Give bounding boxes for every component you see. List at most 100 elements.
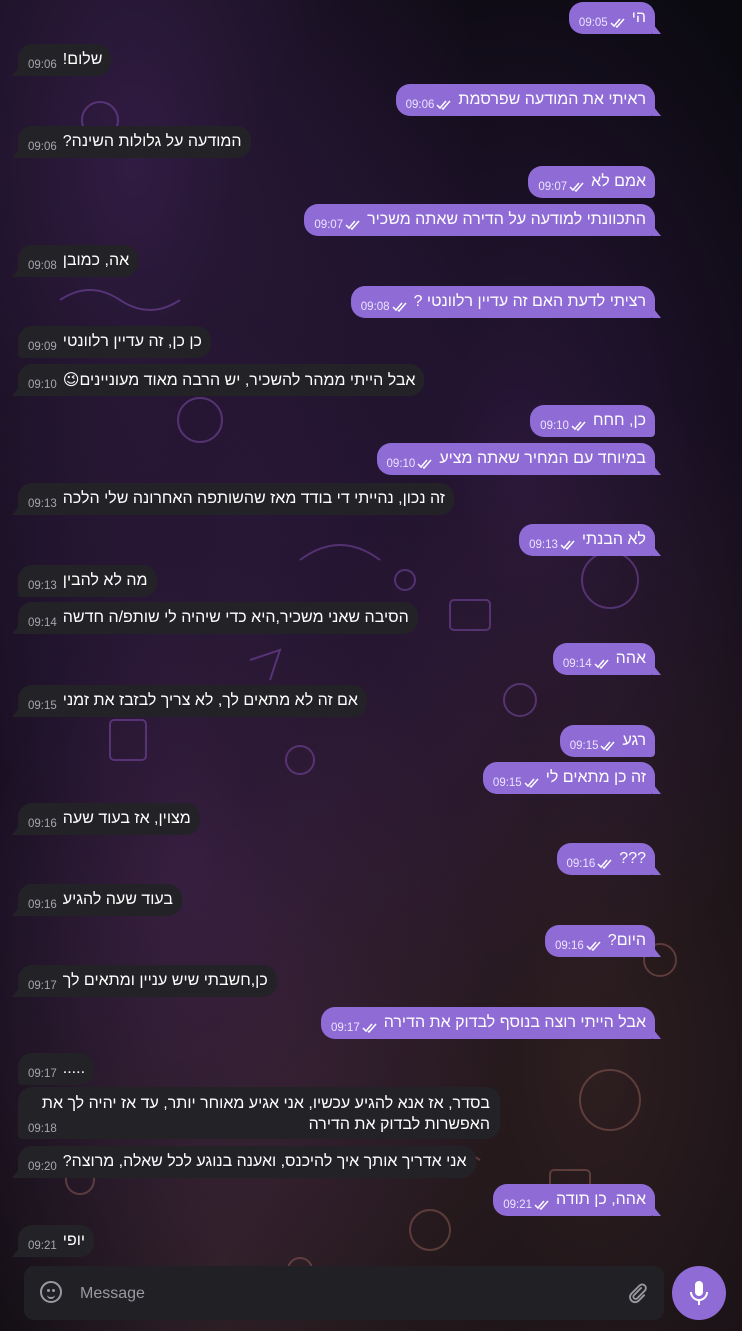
message-text: זה כן מתאים לי bbox=[545, 769, 646, 786]
message-text: כן, חחח bbox=[592, 412, 646, 429]
double-check-icon bbox=[600, 741, 616, 751]
message-text: יופי bbox=[62, 1232, 86, 1249]
message-bubble[interactable]: הי 09:05 bbox=[568, 2, 661, 34]
message-time: 09:10 bbox=[386, 458, 416, 470]
message-text: רגע bbox=[622, 732, 646, 749]
message-time: 09:07 bbox=[538, 181, 568, 193]
message-bubble[interactable]: זה כן מתאים לי 09:15 bbox=[482, 762, 661, 794]
message-time: 09:17 bbox=[28, 1068, 57, 1080]
message-text: בסדר, אז אנא להגיע עכשיו, אני אגיע מאוחר… bbox=[41, 1095, 490, 1133]
message-time: 09:15 bbox=[569, 740, 599, 752]
double-check-icon bbox=[436, 100, 451, 110]
message-text: היום? bbox=[607, 932, 646, 949]
message-time: 09:13 bbox=[28, 498, 57, 510]
message-bubble[interactable]: אהה, כן תודה 09:21 bbox=[493, 1184, 661, 1216]
message-time: 09:06 bbox=[405, 99, 435, 111]
message-bubble[interactable]: זה נכון, נהייתי די בודד מאז שהשותפה האחר… bbox=[12, 483, 454, 515]
message-text: אם זה לא מתאים לך, לא צריך לבזבז את זמני bbox=[62, 692, 358, 709]
message-bubble[interactable]: שלום! 09:06 bbox=[12, 44, 112, 76]
message-bubble[interactable]: אם זה לא מתאים לך, לא צריך לבזבז את זמני… bbox=[12, 685, 367, 717]
voice-record-button[interactable] bbox=[672, 1266, 726, 1320]
message-bubble[interactable]: לא הבנתי 09:13 bbox=[519, 524, 661, 556]
message-time: 09:08 bbox=[360, 301, 390, 313]
message-time: 09:13 bbox=[529, 539, 558, 551]
message-time: 09:08 bbox=[28, 260, 57, 272]
message-bubble[interactable]: ..... 09:17 bbox=[18, 1053, 95, 1085]
message-bubble[interactable]: אה, כמובן 09:08 bbox=[12, 245, 139, 277]
message-bubble[interactable]: רציתי לדעת האם זה עדיין רלוונטי ? 09:08 bbox=[350, 286, 661, 318]
message-time: 09:16 bbox=[28, 818, 57, 830]
message-bubble[interactable]: בסדר, אז אנא להגיע עכשיו, אני אגיע מאוחר… bbox=[18, 1087, 500, 1139]
double-check-icon bbox=[345, 220, 360, 230]
double-check-icon bbox=[534, 1200, 549, 1210]
message-text: כן,חשבתי שיש עניין ומתאים לך bbox=[62, 972, 268, 989]
message-text: ??? bbox=[619, 850, 646, 867]
message-time: 09:17 bbox=[28, 980, 57, 992]
message-time: 09:07 bbox=[314, 219, 344, 231]
message-text: אהה bbox=[615, 650, 646, 667]
message-bubble[interactable]: אני אדריך אותך איך להיכנס, ואענה בנוגע ל… bbox=[12, 1146, 476, 1178]
message-text: המודעה על גלולות השינה? bbox=[62, 133, 242, 150]
message-text: מה לא להבין bbox=[62, 572, 148, 589]
emoji-icon[interactable] bbox=[40, 1281, 62, 1303]
message-time: 09:15 bbox=[28, 700, 57, 712]
message-bubble[interactable]: כן, חחח 09:10 bbox=[530, 405, 655, 437]
message-bubble[interactable]: כן,חשבתי שיש עניין ומתאים לך 09:17 bbox=[12, 965, 277, 997]
message-time: 09:10 bbox=[540, 420, 569, 432]
message-text: אמם לא bbox=[591, 173, 646, 190]
message-time: 09:16 bbox=[555, 940, 584, 952]
double-check-icon bbox=[362, 1023, 377, 1033]
message-bubble[interactable]: רגע 09:15 bbox=[559, 725, 655, 757]
message-bubble[interactable]: מצוין, אז בעוד שעה 09:16 bbox=[12, 803, 200, 835]
message-bubble[interactable]: כן כן, זה עדיין רלוונטי 09:09 bbox=[18, 326, 211, 358]
message-time: 09:10 bbox=[28, 379, 57, 391]
message-bubble[interactable]: אבל הייתי רוצה בנוסף לבדוק את הדירה 09:17 bbox=[320, 1007, 661, 1039]
message-time: 09:16 bbox=[28, 899, 57, 911]
message-bubble[interactable]: אהה 09:14 bbox=[552, 643, 661, 675]
message-bubble[interactable]: הסיבה שאני משכיר,היא כדי שיהיה לי שותפ/ה… bbox=[12, 602, 418, 634]
message-bubble[interactable]: היום? 09:16 bbox=[545, 925, 661, 957]
message-time: 09:14 bbox=[562, 658, 592, 670]
message-time: 09:21 bbox=[503, 1199, 533, 1211]
message-bubble[interactable]: ??? 09:16 bbox=[556, 843, 661, 875]
message-input[interactable] bbox=[78, 1278, 602, 1310]
double-check-icon bbox=[524, 778, 539, 788]
double-check-icon bbox=[417, 459, 432, 469]
attach-icon[interactable] bbox=[626, 1282, 648, 1304]
message-time: 09:05 bbox=[578, 17, 608, 29]
double-check-icon bbox=[392, 302, 407, 312]
message-time: 09:06 bbox=[28, 141, 57, 153]
message-time: 09:15 bbox=[492, 777, 522, 789]
message-text: מצוין, אז בעוד שעה bbox=[62, 810, 191, 827]
message-bubble[interactable]: המודעה על גלולות השינה? 09:06 bbox=[12, 126, 251, 158]
microphone-icon bbox=[690, 1281, 708, 1305]
message-list[interactable]: הי 09:05 שלום! 09:06 ראיתי את המודעה שפרסמ… bbox=[0, 0, 742, 1262]
message-text: בעוד שעה להגיע bbox=[62, 891, 173, 908]
message-time: 09:14 bbox=[28, 617, 57, 629]
message-bubble[interactable]: התכוונתי למודעה על הדירה שאתה משכיר 09:07 bbox=[304, 204, 661, 236]
message-time: 09:09 bbox=[28, 341, 57, 353]
double-check-icon bbox=[594, 659, 609, 669]
message-bubble[interactable]: מה לא להבין 09:13 bbox=[18, 565, 157, 597]
message-time: 09:20 bbox=[28, 1161, 57, 1173]
message-text: אני אדריך אותך איך להיכנס, ואענה בנוגע ל… bbox=[62, 1153, 467, 1170]
message-time: 09:21 bbox=[28, 1240, 57, 1252]
message-text: כן כן, זה עדיין רלוונטי bbox=[62, 333, 202, 350]
message-text: הי bbox=[631, 9, 646, 26]
message-bubble[interactable]: אבל הייתי ממהר להשכיר, יש הרבה מאוד מעונ… bbox=[12, 364, 425, 396]
message-text: במיוחד עם המחיר שאתה מציע bbox=[439, 450, 646, 467]
message-bubble[interactable]: יופי 09:21 bbox=[12, 1225, 95, 1257]
message-text: לא הבנתי bbox=[581, 531, 646, 548]
message-bubble[interactable]: ראיתי את המודעה שפרסמת 09:06 bbox=[395, 84, 661, 116]
message-time: 09:18 bbox=[28, 1123, 57, 1135]
message-text: זה נכון, נהייתי די בודד מאז שהשותפה האחר… bbox=[62, 490, 445, 507]
message-time: 09:16 bbox=[566, 858, 596, 870]
message-bubble[interactable]: אמם לא 09:07 bbox=[528, 166, 655, 198]
message-bubble[interactable]: במיוחד עם המחיר שאתה מציע 09:10 bbox=[376, 443, 661, 475]
message-text: ראיתי את המודעה שפרסמת bbox=[458, 91, 646, 108]
double-check-icon bbox=[586, 941, 601, 951]
message-text: התכוונתי למודעה על הדירה שאתה משכיר bbox=[367, 211, 646, 228]
message-time: 09:13 bbox=[28, 580, 57, 592]
message-bubble[interactable]: בעוד שעה להגיע 09:16 bbox=[12, 884, 182, 916]
message-text: ..... bbox=[62, 1060, 86, 1077]
